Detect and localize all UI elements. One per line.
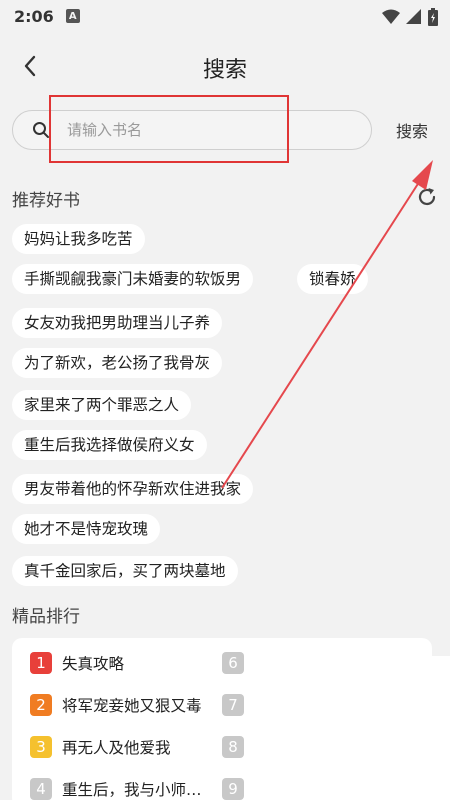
search-icon: [31, 120, 51, 140]
watermark-overlay: [252, 656, 450, 800]
book-tag[interactable]: 为了新欢，老公扬了我骨灰: [12, 348, 223, 378]
rank-item[interactable]: 8: [222, 734, 244, 760]
status-time: 2:06: [14, 6, 54, 26]
status-bar: 2:06 A: [0, 0, 450, 32]
rank-number-badge: 1: [30, 652, 52, 674]
rank-item[interactable]: 7: [222, 692, 244, 718]
recommend-title: 推荐好书: [12, 191, 80, 211]
book-tag[interactable]: 她才不是恃宠玫瑰: [12, 514, 161, 544]
rank-number-badge: 8: [222, 736, 244, 758]
rank-book-title: 再无人及他爱我: [62, 739, 171, 757]
refresh-icon[interactable]: [416, 186, 438, 208]
header: 搜索: [0, 40, 450, 92]
rank-number-badge: 4: [30, 778, 52, 800]
book-tag[interactable]: 男友带着他的怀孕新欢住进我家: [12, 474, 254, 504]
book-tag[interactable]: 锁春娇: [297, 264, 368, 294]
rank-number-badge: 7: [222, 694, 244, 716]
battery-icon: [428, 8, 438, 26]
rank-item[interactable]: 2 将军宠妾她又狠又毒: [30, 692, 202, 718]
rank-book-title: 失真攻略: [62, 655, 125, 673]
signal-icon: [406, 9, 421, 24]
rank-item[interactable]: 1 失真攻略: [30, 650, 124, 676]
search-button[interactable]: 搜索: [396, 118, 428, 142]
rank-book-title: 将军宠妾她又狠又毒: [62, 697, 202, 715]
book-tag[interactable]: 手撕觊觎我豪门未婚妻的软饭男: [12, 264, 254, 294]
rank-number-badge: 6: [222, 652, 244, 674]
rank-number-badge: 3: [30, 736, 52, 758]
book-tag[interactable]: 真千金回家后，买了两块墓地: [12, 556, 238, 586]
search-box[interactable]: [12, 110, 372, 150]
book-tag[interactable]: 家里来了两个罪恶之人: [12, 390, 192, 420]
rank-book-title: 重生后，我与小师…: [62, 781, 202, 799]
rank-item[interactable]: 3 再无人及他爱我: [30, 734, 171, 760]
rank-item[interactable]: 6: [222, 650, 244, 676]
ranking-title: 精品排行: [12, 607, 80, 627]
wifi-icon: [382, 9, 400, 24]
rank-number-badge: 2: [30, 694, 52, 716]
search-input[interactable]: [67, 121, 327, 139]
rank-number-badge: 9: [222, 778, 244, 800]
rank-item[interactable]: 9: [222, 776, 244, 800]
book-tag[interactable]: 妈妈让我多吃苦: [12, 224, 145, 254]
notification-icon: A: [65, 9, 80, 23]
page-title: 搜索: [202, 58, 247, 83]
rank-item[interactable]: 4 重生后，我与小师…: [30, 776, 202, 800]
book-tag[interactable]: 女友劝我把男助理当儿子养: [12, 308, 223, 338]
status-icons: [382, 8, 438, 26]
book-tag[interactable]: 重生后我选择做侯府义女: [12, 430, 207, 460]
